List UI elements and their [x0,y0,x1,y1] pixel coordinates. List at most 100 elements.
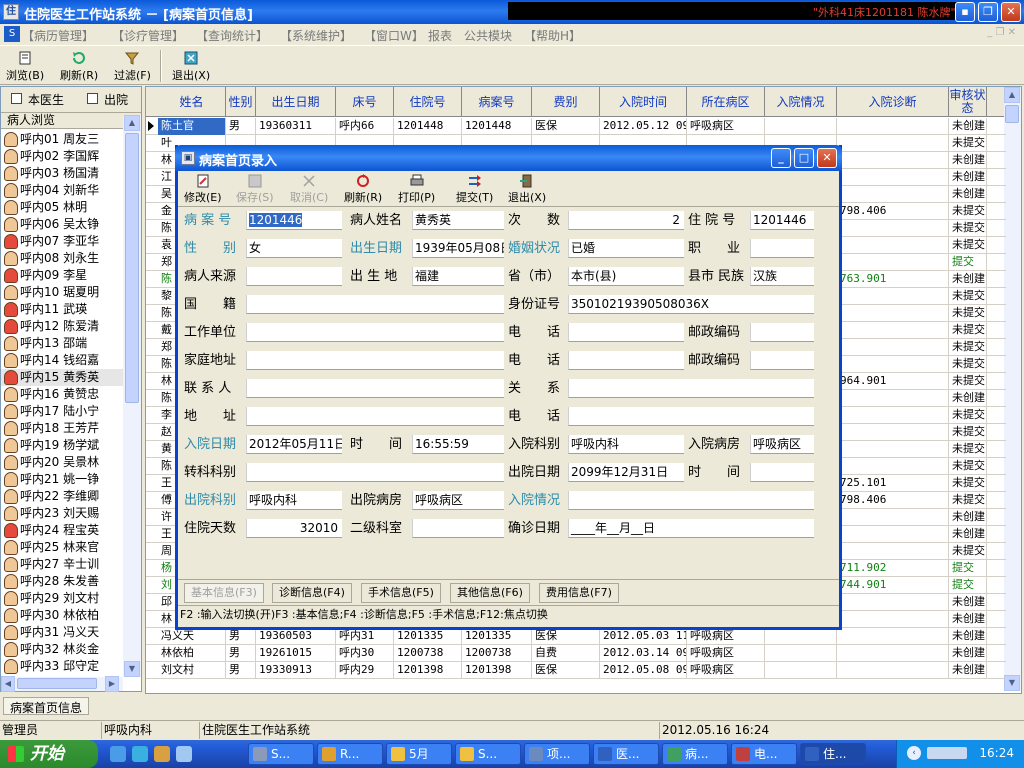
field-zkkb[interactable] [246,463,504,482]
dialog-close-button[interactable]: ✕ [817,148,837,168]
mdi-controls[interactable]: _ ❐ ✕ [987,27,1016,38]
dialog-minimize-button[interactable]: _ [771,148,791,168]
field-rybf[interactable]: 呼吸病区 [750,435,814,454]
tray-expand-icon[interactable]: ‹ [907,746,921,760]
dialog-maximize-button[interactable]: □ [794,148,814,168]
dialog-refresh-button[interactable]: 刷新(R) [344,173,382,205]
patient-item[interactable]: 呼内28 朱发善 [1,573,123,590]
table-row[interactable]: 冯义天男 19360503 呼内31 1201335 1201335 医保 2012.05.… [146,628,1006,645]
patient-list-scrollbar[interactable]: ▲ ▼ [123,115,141,677]
field-gx[interactable] [568,379,814,398]
field-xb[interactable]: 女 [246,239,342,258]
patient-item[interactable]: 呼内08 刘永生 [1,250,123,267]
field-gj[interactable] [246,295,504,314]
field-ryks[interactable]: 呼吸内科 [568,435,684,454]
patient-item[interactable]: 呼内16 黄赞忠 [1,386,123,403]
table-row[interactable]: 陈土官男 19360311 呼内66 1201448 1201448 医保 2012.05.… [146,118,1006,135]
field-csd[interactable]: 福建 [412,267,504,286]
field-brly[interactable] [246,267,342,286]
dialog-exit-button[interactable]: 退出(X) [508,173,546,205]
menu-help[interactable]: 【帮助H】 [524,27,581,44]
menu-diagnosis[interactable]: 【诊疗管理】 [112,27,184,44]
help-icon[interactable]: ▪ [955,2,975,22]
restore-button[interactable]: ❐ [978,2,998,22]
field-cybf[interactable]: 呼吸病区 [412,491,504,510]
patient-item[interactable]: 呼内09 李星 [1,267,123,284]
media-icon[interactable] [132,746,148,762]
field-lxr[interactable] [246,379,504,398]
grid-column-header[interactable]: 所在病区 [687,87,765,117]
patient-item[interactable]: 呼内25 林来官 [1,539,123,556]
start-button[interactable]: 开始 [0,740,98,768]
patient-item[interactable]: 呼内13 邵端 [1,335,123,352]
field-rycq[interactable] [568,491,814,510]
field-sfz[interactable]: 35010219390508036X [568,295,814,314]
taskbar-task[interactable]: R... [317,743,383,765]
patient-item[interactable]: 呼内07 李亚华 [1,233,123,250]
edit-button[interactable]: 修改(E) [184,173,222,205]
field-zy[interactable] [750,239,814,258]
field-ejks[interactable] [412,519,504,538]
scroll-right-icon[interactable]: ▶ [105,676,119,692]
browse-button[interactable]: 浏览(B) [6,50,44,84]
taskbar-task[interactable]: 病... [662,743,728,765]
grid-column-header[interactable]: 姓名 [158,87,226,117]
tab-basic-info[interactable]: 基本信息(F3) [184,583,264,603]
field-ryrq[interactable]: 2012年05月11日 [246,435,342,454]
taskbar-task[interactable]: S... [248,743,314,765]
patient-item[interactable]: 呼内06 吴太铮 [1,216,123,233]
save-button[interactable]: 保存(S) [236,173,274,205]
patient-item[interactable]: 呼内17 陆小宁 [1,403,123,420]
tray-icons[interactable] [927,747,967,759]
field-csrq[interactable]: 1939年05月08日 [412,239,504,258]
patient-item[interactable]: 呼内33 邱守定 [1,658,123,675]
patient-item[interactable]: 呼内11 武瑛 [1,301,123,318]
patient-item[interactable]: 呼内15 黄秀英 [1,369,123,386]
exit-button[interactable]: 退出(X) [172,50,210,84]
discharged-checkbox[interactable] [87,93,98,104]
field-mz[interactable]: 汉族 [750,267,814,286]
grid-scroll-thumb[interactable] [1005,105,1019,123]
tab-medical-record-home[interactable]: 病案首页信息 [3,697,90,715]
grid-column-header[interactable]: 出生日期 [256,87,336,117]
grid-scrollbar[interactable]: ▲ ▼ [1004,87,1021,691]
patient-item[interactable]: 呼内21 姚一铮 [1,471,123,488]
grid-column-header[interactable]: 病案号 [462,87,532,117]
quicklaunch-icon[interactable] [154,746,170,762]
my-patients-checkbox[interactable] [11,93,22,104]
grid-column-header[interactable]: 床号 [336,87,394,117]
patient-item[interactable]: 呼内05 林明 [1,199,123,216]
grid-column-header[interactable]: 入院诊断 [837,87,949,117]
field-name[interactable]: 黄秀英 [412,211,504,230]
patient-item[interactable]: 呼内03 杨国清 [1,165,123,182]
hscroll-thumb[interactable] [17,678,97,689]
menu-report[interactable]: 报表 [428,27,452,44]
field-dh2[interactable] [568,351,684,370]
ie-icon[interactable] [110,746,126,762]
patient-item[interactable]: 呼内18 王芳芹 [1,420,123,437]
field-hyzk[interactable]: 已婚 [568,239,684,258]
refresh-button[interactable]: 刷新(R) [60,50,98,84]
grid-column-header[interactable]: 性别 [226,87,256,117]
scroll-up-icon[interactable]: ▲ [124,115,140,131]
field-yb2[interactable] [750,351,814,370]
field-cyks[interactable]: 呼吸内科 [246,491,342,510]
tab-surgery-info[interactable]: 手术信息(F5) [361,583,441,603]
menu-public[interactable]: 公共模块 [464,27,512,44]
grid-scroll-down-icon[interactable]: ▼ [1004,675,1020,691]
patient-item[interactable]: 呼内24 程宝英 [1,522,123,539]
grid-column-header[interactable]: 审核状态 [949,87,987,117]
field-zyts[interactable]: 32010 [246,519,342,538]
field-sj[interactable]: 16:55:59 [412,435,504,454]
patient-item[interactable]: 呼内30 林依柏 [1,607,123,624]
filter-button[interactable]: 过滤(F) [114,50,151,84]
field-dh1[interactable] [568,323,684,342]
table-row[interactable]: 林依柏男 19261015 呼内30 1200738 1200738 自费 2012.03.… [146,645,1006,662]
grid-column-header[interactable]: 入院情况 [765,87,837,117]
grid-column-header[interactable]: 入院时间 [600,87,687,117]
menu-medical-record[interactable]: 【病历管理】 [22,27,94,44]
patient-item[interactable]: 呼内27 辛士训 [1,556,123,573]
taskbar-task[interactable]: S... [455,743,521,765]
taskbar-task[interactable]: 医... [593,743,659,765]
menu-system[interactable]: 【系统维护】 [280,27,352,44]
